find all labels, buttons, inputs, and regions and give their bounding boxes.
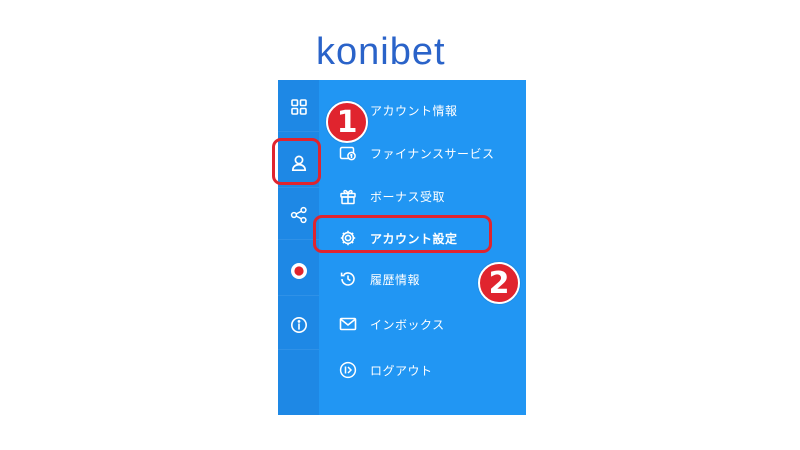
menu-item-inbox[interactable]: インボックス: [338, 309, 445, 339]
menu-item-label: 履歴情報: [370, 272, 421, 287]
screenshot-stage: konibet アカウント情報 ファイナンスサービス ボーナス受取 アカウント設…: [0, 0, 800, 450]
logout-icon: [338, 360, 358, 380]
rail-info-button[interactable]: [278, 300, 319, 350]
share-icon: [290, 206, 308, 224]
info-icon: [290, 316, 308, 334]
mail-icon: [338, 314, 358, 334]
callout-box-account-rail: [272, 138, 321, 185]
konibet-logo: konibet: [316, 31, 446, 73]
rail-live-button[interactable]: [278, 246, 319, 296]
menu-item-bonus[interactable]: ボーナス受取: [338, 181, 445, 211]
svg-text:konibet: konibet: [316, 31, 446, 73]
grid-icon: [290, 98, 308, 116]
menu-item-logout[interactable]: ログアウト: [338, 355, 433, 385]
menu-item-label: ログアウト: [370, 363, 433, 378]
step-badge-1: 1: [326, 101, 368, 143]
rail-dashboard-button[interactable]: [278, 82, 319, 132]
wallet-icon: [338, 143, 358, 163]
menu-item-label: インボックス: [370, 317, 445, 332]
step-badge-2: 2: [478, 262, 520, 304]
gift-icon: [338, 186, 358, 206]
history-icon: [338, 269, 358, 289]
menu-item-history[interactable]: 履歴情報: [338, 264, 420, 294]
menu-item-label: アカウント情報: [370, 103, 458, 118]
menu-item-label: ボーナス受取: [370, 189, 446, 204]
menu-item-finance-service[interactable]: ファイナンスサービス: [338, 138, 495, 168]
callout-box-account-settings: [313, 215, 492, 253]
record-icon: [290, 262, 308, 280]
menu-item-label: ファイナンスサービス: [370, 146, 495, 161]
